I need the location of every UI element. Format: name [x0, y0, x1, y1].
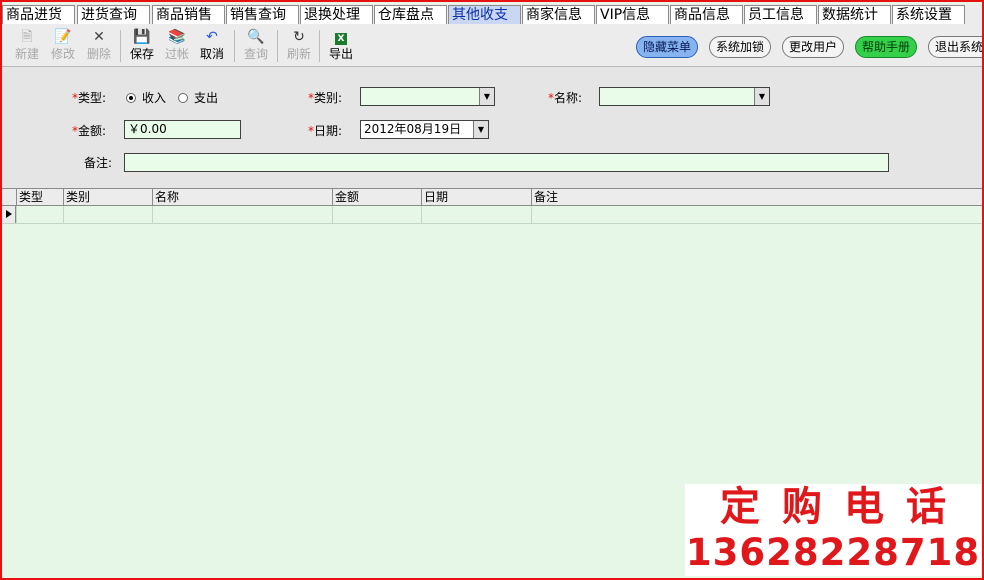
- cancel-label: 取消: [199, 47, 224, 61]
- type-label-text: 类型:: [78, 91, 107, 105]
- cell-category[interactable]: [63, 206, 153, 223]
- table-row[interactable]: [2, 206, 982, 224]
- edit-button[interactable]: 📝 修改: [46, 28, 80, 62]
- tab-goods-purchase[interactable]: 商品进货: [2, 5, 75, 24]
- query-button[interactable]: 🔍 查询: [239, 28, 273, 62]
- tab-vip-info[interactable]: VIP信息: [596, 5, 669, 24]
- expense-radio[interactable]: [178, 93, 188, 103]
- tab-inventory[interactable]: 仓库盘点: [374, 5, 447, 24]
- new-label: 新建: [14, 47, 39, 61]
- tab-product-info[interactable]: 商品信息: [670, 5, 743, 24]
- export-label: 导出: [328, 47, 353, 61]
- new-document-icon: 🗎: [21, 29, 33, 45]
- entry-form: *类型: 收入 支出 *类别: ▼ *名称: ▼ *金额: ￥0.00 *日期:…: [2, 67, 982, 188]
- tab-other-income-expense[interactable]: 其他收支: [448, 5, 521, 24]
- cancel-button[interactable]: ↶ 取消: [195, 28, 229, 62]
- tab-sales-query[interactable]: 销售查询: [226, 5, 299, 24]
- post-label: 过帐: [164, 47, 189, 61]
- chevron-down-icon[interactable]: ▼: [473, 121, 488, 138]
- module-tab-bar: 商品进货 进货查询 商品销售 销售查询 退换处理 仓库盘点 其他收支 商家信息 …: [2, 4, 982, 26]
- cell-amount[interactable]: [332, 206, 422, 223]
- delete-x-icon: ✕: [93, 29, 105, 45]
- income-radio-label[interactable]: 收入: [142, 90, 166, 106]
- column-header-type[interactable]: 类型: [16, 189, 64, 206]
- remark-label: 备注:: [84, 156, 113, 170]
- cell-name[interactable]: [152, 206, 333, 223]
- type-label: *类型:: [72, 91, 107, 105]
- current-row-indicator-icon: [2, 206, 16, 223]
- toolbar-separator: [120, 30, 121, 62]
- column-header-category[interactable]: 类别: [63, 189, 153, 206]
- toolbar: 🗎 新建 📝 修改 ✕ 删除 💾 保存 📚 过帐 ↶ 取消 🔍 查询 ↻ 刷新 …: [2, 26, 982, 67]
- date-value: 2012年08月19日: [364, 122, 462, 136]
- save-disk-icon: 💾: [133, 29, 151, 45]
- date-label-text: 日期:: [314, 124, 343, 138]
- column-header-name[interactable]: 名称: [152, 189, 333, 206]
- name-label: *名称:: [548, 91, 583, 105]
- tab-merchant-info[interactable]: 商家信息: [522, 5, 595, 24]
- delete-label: 删除: [86, 47, 111, 61]
- amount-input[interactable]: ￥0.00: [124, 120, 241, 139]
- name-select[interactable]: ▼: [599, 87, 770, 106]
- change-user-button[interactable]: 更改用户: [782, 36, 845, 58]
- tab-statistics[interactable]: 数据统计: [818, 5, 891, 24]
- help-manual-button[interactable]: 帮助手册: [855, 36, 918, 58]
- binoculars-icon: 🔍: [247, 29, 265, 45]
- category-label-text: 类别:: [314, 91, 343, 105]
- order-hotline-banner: 定购电话 13628228718: [685, 484, 981, 576]
- undo-icon: ↶: [206, 29, 218, 45]
- edit-label: 修改: [50, 47, 75, 61]
- amount-label: *金额:: [72, 124, 107, 138]
- tab-purchase-query[interactable]: 进货查询: [77, 5, 150, 24]
- export-button[interactable]: X 导出: [324, 28, 358, 62]
- cell-date[interactable]: [421, 206, 532, 223]
- cell-remark[interactable]: [531, 206, 982, 223]
- chevron-down-icon[interactable]: ▼: [754, 88, 769, 105]
- refresh-icon: ↻: [293, 29, 305, 45]
- order-hotline-phone: 13628228718: [685, 531, 981, 574]
- system-lock-button[interactable]: 系统加锁: [709, 36, 772, 58]
- column-header-remark[interactable]: 备注: [531, 189, 982, 206]
- hide-menu-button[interactable]: 隐藏菜单: [636, 36, 699, 58]
- category-select[interactable]: ▼: [360, 87, 495, 106]
- refresh-label: 刷新: [286, 47, 311, 61]
- excel-export-icon: X: [324, 28, 358, 46]
- date-picker[interactable]: 2012年08月19日 ▼: [360, 120, 489, 139]
- query-label: 查询: [243, 47, 268, 61]
- expense-radio-label[interactable]: 支出: [194, 90, 218, 106]
- toolbar-separator: [234, 30, 235, 62]
- post-button[interactable]: 📚 过帐: [160, 28, 194, 62]
- save-button[interactable]: 💾 保存: [125, 28, 159, 62]
- chevron-down-icon[interactable]: ▼: [479, 88, 494, 105]
- remark-input[interactable]: [124, 153, 889, 172]
- table-header: 类型 类别 名称 金额 日期 备注: [2, 188, 982, 206]
- save-label: 保存: [129, 47, 154, 61]
- amount-label-text: 金额:: [78, 124, 107, 138]
- tab-staff-info[interactable]: 员工信息: [744, 5, 817, 24]
- tab-system-settings[interactable]: 系统设置: [892, 5, 965, 24]
- income-radio[interactable]: [126, 93, 136, 103]
- toolbar-separator: [319, 30, 320, 62]
- edit-icon: 📝: [54, 29, 72, 45]
- cell-type[interactable]: [16, 206, 64, 223]
- exit-system-button[interactable]: 退出系统: [928, 36, 982, 58]
- app-window: 商品进货 进货查询 商品销售 销售查询 退换处理 仓库盘点 其他收支 商家信息 …: [0, 0, 984, 580]
- column-header-date[interactable]: 日期: [421, 189, 532, 206]
- category-label: *类别:: [308, 91, 343, 105]
- post-ledger-icon: 📚: [168, 29, 186, 45]
- tab-returns[interactable]: 退换处理: [300, 5, 373, 24]
- date-label: *日期:: [308, 124, 343, 138]
- column-header-amount[interactable]: 金额: [332, 189, 422, 206]
- new-button[interactable]: 🗎 新建: [10, 28, 44, 62]
- tab-goods-sales[interactable]: 商品销售: [152, 5, 225, 24]
- name-label-text: 名称:: [554, 91, 583, 105]
- refresh-button[interactable]: ↻ 刷新: [282, 28, 316, 62]
- delete-button[interactable]: ✕ 删除: [82, 28, 116, 62]
- order-hotline-title: 定购电话: [720, 483, 968, 530]
- toolbar-separator: [277, 30, 278, 62]
